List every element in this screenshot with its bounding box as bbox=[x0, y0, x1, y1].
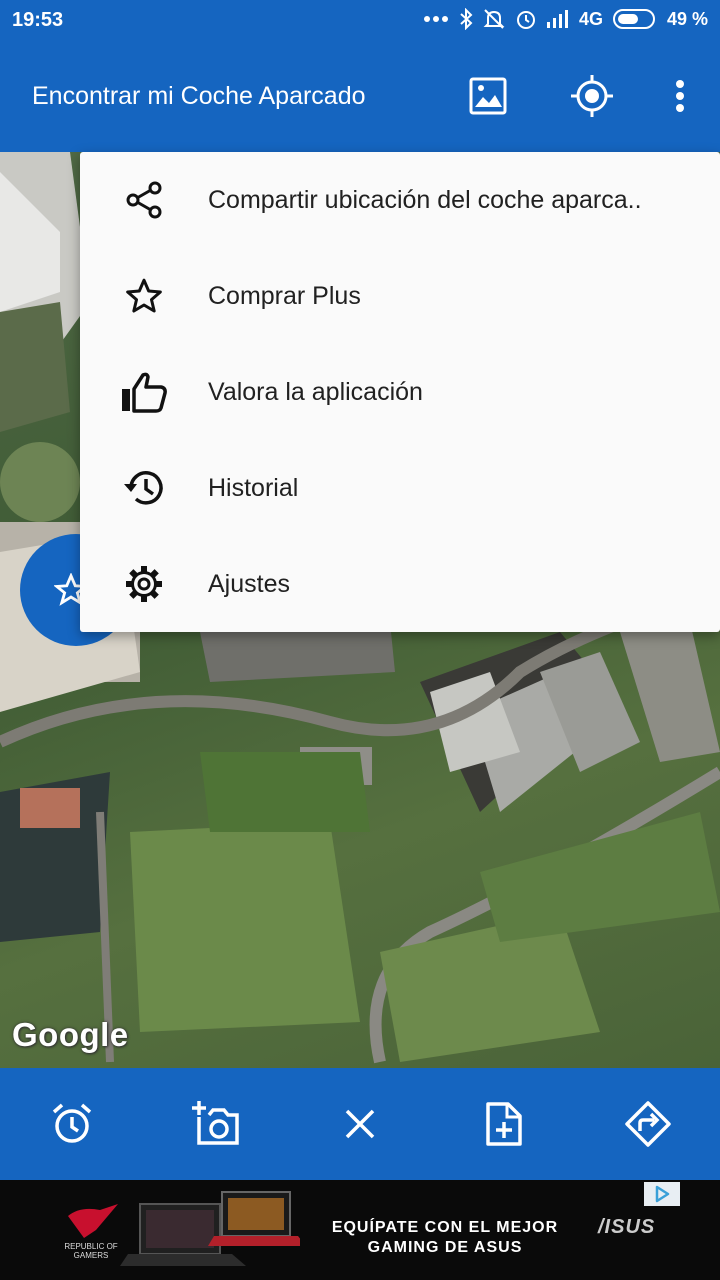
google-attribution: Google bbox=[12, 1016, 129, 1053]
my-location-icon bbox=[571, 75, 613, 117]
ad-banner[interactable]: REPUBLIC OF GAMERS EQUÍPATE CON EL MEJOR… bbox=[0, 1180, 720, 1280]
menu-label-buy-plus: Comprar Plus bbox=[208, 281, 361, 310]
more-vert-icon bbox=[676, 80, 684, 112]
overflow-menu-button[interactable] bbox=[658, 74, 702, 118]
clear-button[interactable] bbox=[334, 1098, 386, 1150]
menu-item-buy-plus[interactable]: Comprar Plus bbox=[80, 248, 720, 344]
network-type: 4G bbox=[578, 8, 603, 29]
star-outline-icon bbox=[120, 272, 168, 320]
status-time: 19:53 bbox=[12, 9, 64, 31]
menu-item-share[interactable]: Compartir ubicación del coche aparca.. bbox=[80, 152, 720, 248]
ad-brand-logo: /ISUS bbox=[598, 1216, 656, 1238]
menu-item-settings[interactable]: Ajustes bbox=[80, 536, 720, 632]
image-icon bbox=[469, 77, 507, 115]
battery-icon bbox=[612, 9, 657, 29]
image-button[interactable] bbox=[466, 74, 510, 118]
ad-laptop-image bbox=[68, 1191, 300, 1266]
app-bar: Encontrar mi Coche Aparcado bbox=[0, 40, 720, 152]
menu-item-history[interactable]: Historial bbox=[80, 440, 720, 536]
directions-icon bbox=[625, 1101, 671, 1147]
ad-choices-button[interactable] bbox=[644, 1182, 680, 1206]
status-bar: 19:53 4G 49 % bbox=[0, 0, 720, 40]
add-photo-icon bbox=[192, 1101, 239, 1145]
menu-item-rate-app[interactable]: Valora la aplicación bbox=[80, 344, 720, 440]
ad-headline-line1: EQUÍPATE CON EL MEJOR bbox=[331, 1219, 559, 1236]
alarm-button[interactable] bbox=[46, 1098, 98, 1150]
overflow-menu: Compartir ubicación del coche aparca.. C… bbox=[80, 152, 720, 632]
share-icon bbox=[120, 176, 168, 224]
history-icon bbox=[120, 464, 168, 512]
notifications-off-icon bbox=[483, 8, 505, 30]
ad-headline-line2: GAMING DE ASUS bbox=[367, 1239, 523, 1256]
ad-rog-text: REPUBLIC OF GAMERS bbox=[64, 1242, 118, 1260]
battery-level: 49 % bbox=[666, 8, 708, 29]
alarm-icon bbox=[52, 1103, 92, 1143]
thumb-up-icon bbox=[120, 368, 168, 416]
close-icon bbox=[345, 1109, 375, 1139]
signal-icon bbox=[546, 10, 569, 28]
menu-label-share: Compartir ubicación del coche aparca.. bbox=[208, 185, 642, 214]
my-location-button[interactable] bbox=[570, 74, 614, 118]
note-add-icon bbox=[486, 1102, 522, 1146]
menu-label-rate-app: Valora la aplicación bbox=[208, 377, 423, 406]
add-note-button[interactable] bbox=[478, 1098, 530, 1150]
ad-choices-icon bbox=[655, 1185, 670, 1203]
status-icons: 4G 49 % bbox=[423, 8, 708, 30]
more-notifications-icon bbox=[423, 15, 449, 23]
alarm-status-icon bbox=[515, 8, 537, 30]
settings-icon bbox=[120, 560, 168, 608]
add-photo-button[interactable] bbox=[190, 1098, 242, 1150]
directions-button[interactable] bbox=[622, 1098, 674, 1150]
bluetooth-icon bbox=[459, 8, 473, 30]
app-title: Encontrar mi Coche Aparcado bbox=[32, 82, 366, 110]
bottom-action-bar bbox=[0, 1068, 720, 1180]
ad-headline: EQUÍPATE CON EL MEJOR GAMING DE ASUS bbox=[300, 1218, 590, 1258]
menu-label-settings: Ajustes bbox=[208, 569, 290, 598]
menu-label-history: Historial bbox=[208, 473, 299, 502]
